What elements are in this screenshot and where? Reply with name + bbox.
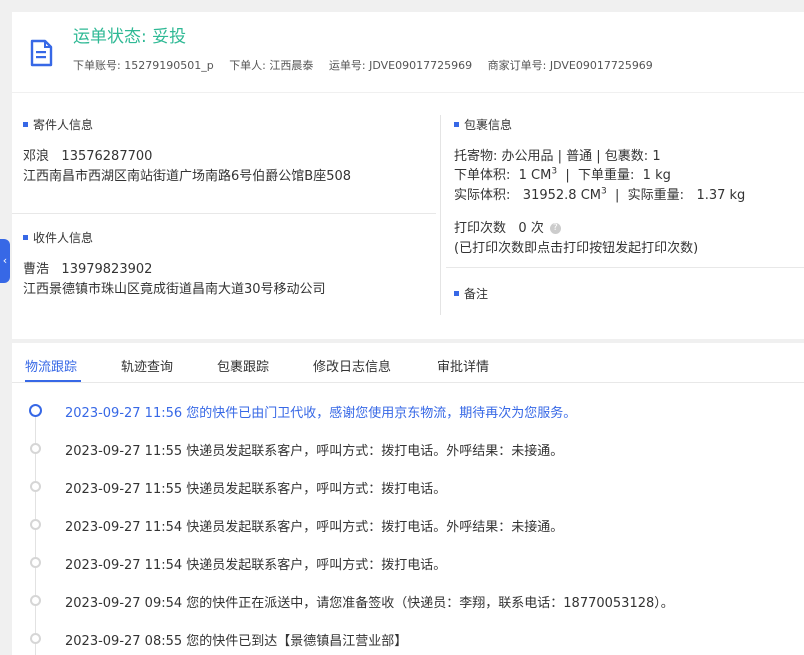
tab-package-tracking[interactable]: 包裹跟踪: [217, 356, 269, 375]
order-weight: 1 kg: [642, 168, 671, 183]
question-circle-icon[interactable]: ?: [549, 223, 561, 234]
tab-bar: 物流跟踪 轨迹查询 包裹跟踪 修改日志信息 审批详情: [12, 343, 804, 383]
column-divider: [440, 115, 441, 315]
receiver-name: 曹浩: [23, 262, 50, 277]
remark-divider: [446, 267, 804, 268]
chevron-left-icon: ‹: [2, 254, 8, 267]
logistics-panel: 物流跟踪 轨迹查询 包裹跟踪 修改日志信息 审批详情 2023-09-27 11…: [12, 343, 804, 655]
timeline-item: 2023-09-27 11:54 快递员发起联系客户，呼叫方式：拨打电话。: [12, 554, 804, 574]
timeline-text: 2023-09-27 09:54 您的快件正在派送中，请您准备签收（快递员：李翔…: [65, 596, 674, 611]
tab-change-log[interactable]: 修改日志信息: [313, 356, 391, 375]
tab-logistics-tracking[interactable]: 物流跟踪: [25, 356, 77, 375]
timeline-item: 2023-09-27 08:55 您的快件已到达【景德镇昌江营业部】: [12, 630, 804, 650]
waybill-meta: 下单账号: 15279190501_p 下单人: 江西晨泰 运单号: JDVE0…: [73, 57, 665, 73]
timeline-text: 2023-09-27 11:54 快递员发起联系客户，呼叫方式：拨打电话。: [65, 558, 447, 573]
timeline-text: 2023-09-27 11:55 快递员发起联系客户，呼叫方式：拨打电话。外呼结…: [65, 444, 564, 459]
sender-name-phone: 邓浪 13576287700: [23, 145, 152, 164]
info-panel: 寄件人信息 邓浪 13576287700 江西南昌市西湖区南站街道广场南路6号伯…: [12, 93, 804, 339]
timeline-dot: [30, 443, 41, 454]
package-goods: 托寄物: 办公用品 | 普通 | 包裹数: 1: [454, 149, 661, 164]
timeline-text: 2023-09-27 08:55 您的快件已到达【景德镇昌江营业部】: [65, 634, 408, 649]
package-title: 包裹信息: [454, 116, 512, 133]
status-label: 运单状态:: [73, 27, 147, 47]
timeline-dot: [30, 519, 41, 530]
status-value: 妥投: [152, 27, 187, 47]
package-order-volume-weight: 下单体积: 1 CM3 | 下单重量: 1 kg: [454, 166, 671, 183]
timeline-dot: [30, 481, 41, 492]
receiver-name-phone: 曹浩 13979823902: [23, 258, 152, 277]
real-weight: 1.37 kg: [696, 188, 746, 203]
tab-approval-details[interactable]: 审批详情: [437, 356, 489, 375]
document-icon: [30, 39, 53, 67]
sender-phone: 13576287700: [61, 149, 153, 164]
timeline-dot: [30, 557, 41, 568]
timeline-item: 2023-09-27 11:54 快递员发起联系客户，呼叫方式：拨打电话。外呼结…: [12, 516, 804, 536]
sender-name: 邓浪: [23, 149, 50, 164]
timeline-item: 2023-09-27 11:55 快递员发起联系客户，呼叫方式：拨打电话。: [12, 478, 804, 498]
meta-orderer: 下单人: 江西晨泰: [229, 59, 314, 72]
timeline-dot: [30, 633, 41, 644]
timeline-text: 2023-09-27 11:55 快递员发起联系客户，呼叫方式：拨打电话。: [65, 482, 447, 497]
sender-title: 寄件人信息: [23, 116, 93, 133]
timeline-item: 2023-09-27 11:56 您的快件已由门卫代收，感谢您使用京东物流，期待…: [12, 402, 804, 422]
waybill-status: 运单状态: 妥投: [73, 22, 186, 47]
active-tab-indicator: [25, 380, 81, 382]
meta-merchant-order-no: 商家订单号: JDVE09017725969: [487, 59, 653, 72]
timeline-dot: [30, 595, 41, 606]
order-volume: 1 CM3: [518, 166, 558, 183]
receiver-title: 收件人信息: [23, 229, 93, 246]
receiver-phone: 13979823902: [61, 262, 153, 277]
timeline-item: 2023-09-27 11:55 快递员发起联系客户，呼叫方式：拨打电话。外呼结…: [12, 440, 804, 460]
tab-track-query[interactable]: 轨迹查询: [121, 356, 173, 375]
section-divider: [12, 213, 436, 214]
timeline-text: 2023-09-27 11:56 您的快件已由门卫代收，感谢您使用京东物流，期待…: [65, 406, 577, 421]
timeline-item: 2023-09-27 09:54 您的快件正在派送中，请您准备签收（快递员：李翔…: [12, 592, 804, 612]
side-collapse-tab[interactable]: ‹: [0, 239, 10, 283]
timeline-dot-current: [29, 404, 42, 417]
package-real-volume-weight: 实际体积: 31952.8 CM3 | 实际重量: 1.37 kg: [454, 186, 746, 203]
remark-title: 备注: [454, 285, 488, 302]
sender-address: 江西南昌市西湖区南站街道广场南路6号伯爵公馆B座508: [23, 169, 352, 184]
waybill-header: 运单状态: 妥投 下单账号: 15279190501_p 下单人: 江西晨泰 运…: [12, 12, 804, 92]
meta-account: 下单账号: 15279190501_p: [73, 59, 214, 72]
print-note: (已打印次数即点击打印按钮发起打印次数): [454, 241, 699, 256]
print-count: 打印次数 0 次?: [454, 217, 561, 236]
meta-waybill-no: 运单号: JDVE09017725969: [328, 59, 473, 72]
print-count-value: 0 次: [518, 221, 544, 236]
real-volume: 31952.8 CM3: [522, 186, 607, 203]
timeline-text: 2023-09-27 11:54 快递员发起联系客户，呼叫方式：拨打电话。外呼结…: [65, 520, 564, 535]
receiver-address: 江西景德镇市珠山区竟成街道昌南大道30号移动公司: [23, 282, 326, 297]
